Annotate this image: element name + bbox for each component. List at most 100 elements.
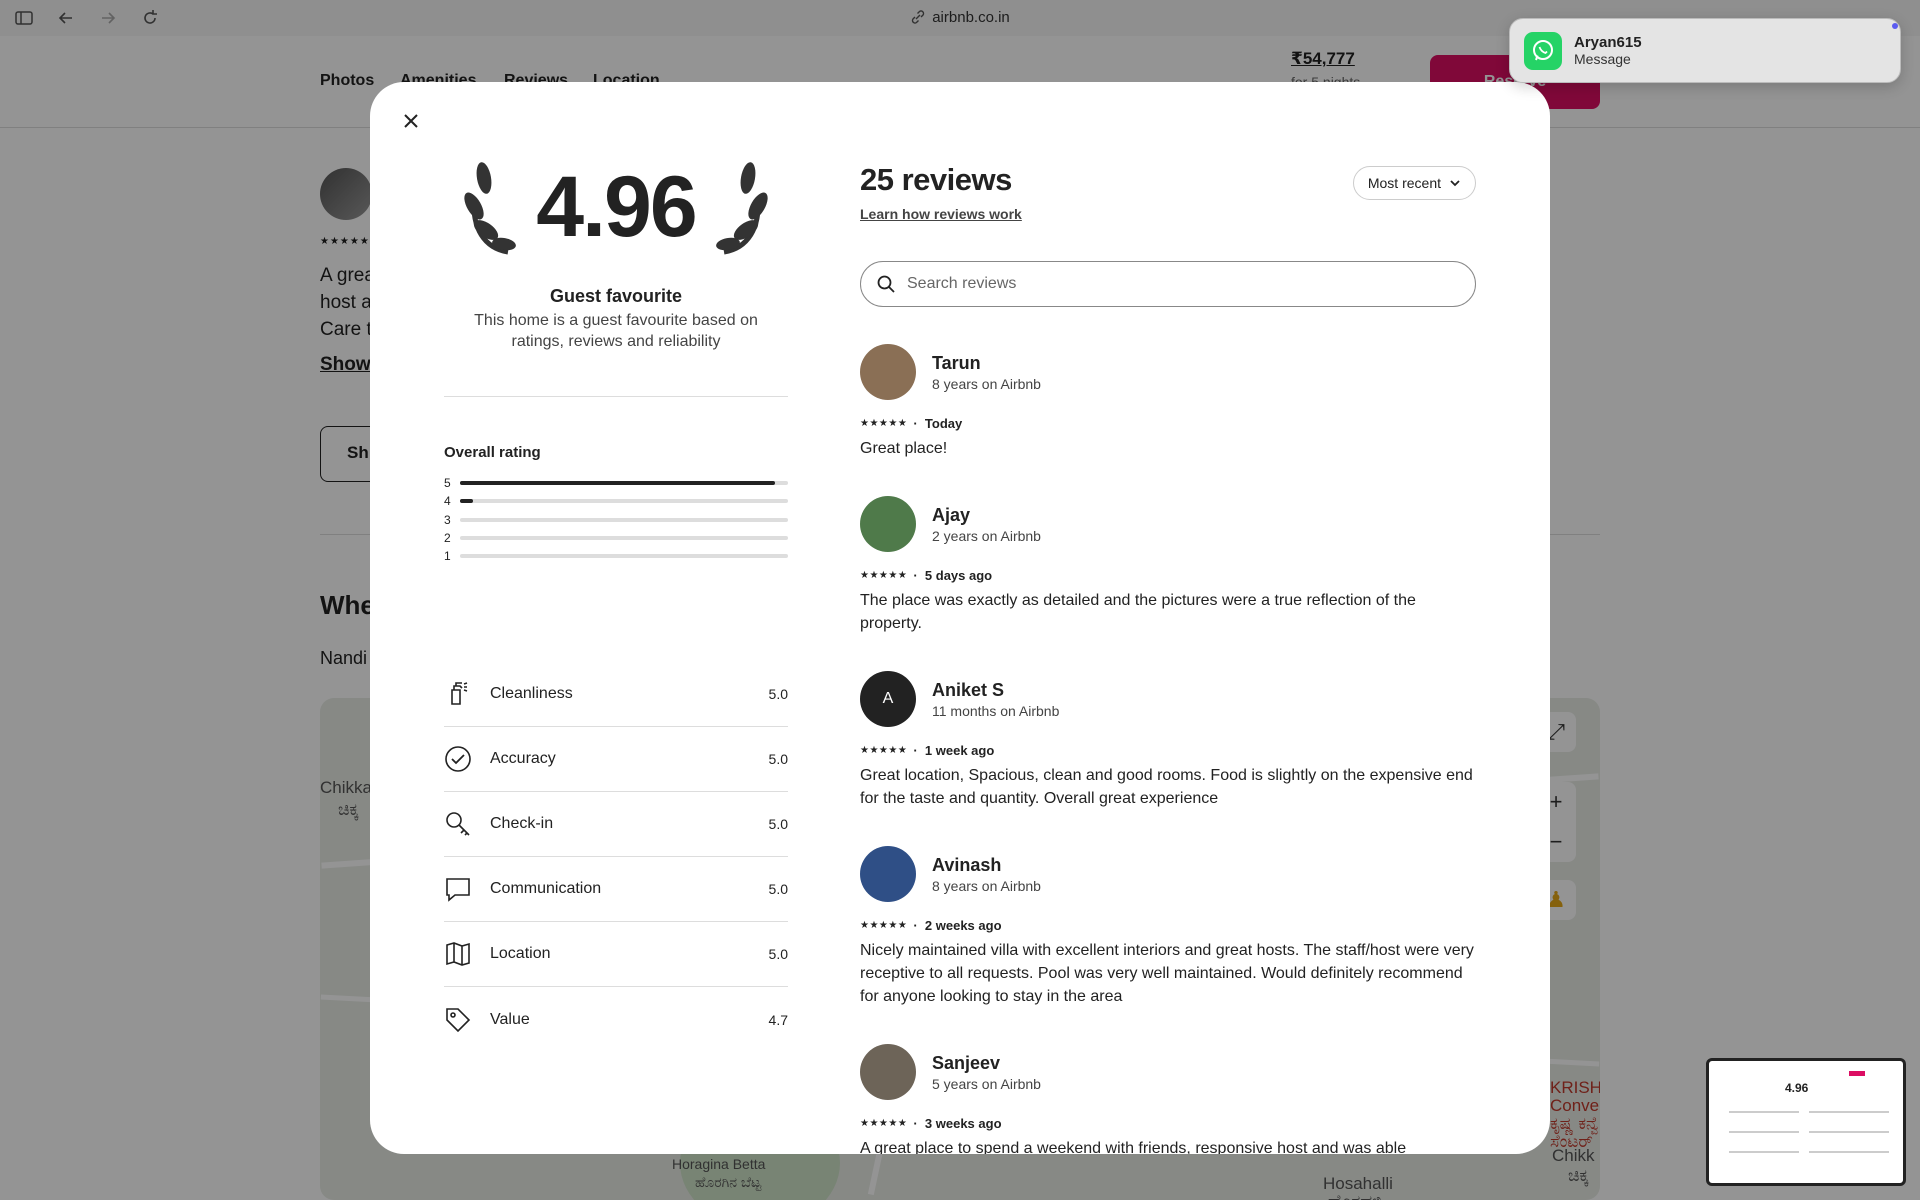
separator-dot: · — [913, 416, 918, 431]
rating-hero: 4.96 — [444, 152, 788, 262]
notification-body: Message — [1574, 51, 1631, 67]
review-date: Today — [924, 416, 963, 431]
rating-bar-label: 1 — [444, 549, 451, 564]
search-icon — [877, 275, 895, 293]
avatar[interactable] — [860, 1044, 916, 1100]
separator-dot: · — [913, 918, 918, 933]
map-icon — [446, 942, 470, 966]
star-rating: ★★★★★ — [860, 1118, 908, 1129]
review-text: Great place! — [860, 440, 948, 457]
whatsapp-notification[interactable]: Aryan615 Message — [1509, 18, 1901, 83]
reviewer-tenure: 8 years on Airbnb — [932, 375, 1041, 392]
category-check-in: Check-in 5.0 — [444, 792, 788, 857]
rating-bar-fill — [460, 481, 775, 486]
rating-bar-track — [460, 499, 788, 504]
rating-bar-track — [460, 554, 788, 559]
rating-bar-track — [460, 536, 788, 541]
chat-bubble-icon — [446, 878, 470, 902]
avatar[interactable] — [860, 496, 916, 552]
thumbnail-line — [1809, 1111, 1889, 1113]
sort-dropdown[interactable]: Most recent — [1352, 166, 1476, 200]
category-label: Cleanliness — [490, 685, 573, 702]
reviewer-name: Aniket S — [932, 679, 1005, 700]
category-value: 5.0 — [768, 816, 788, 832]
check-circle-icon — [445, 746, 471, 772]
avatar[interactable]: A — [860, 671, 916, 727]
star-rating: ★★★★★ — [860, 745, 908, 756]
guest-favourite-title: Guest favourite — [549, 286, 683, 306]
thumbnail-line — [1729, 1111, 1799, 1113]
learn-how-reviews-work-link[interactable]: Learn how reviews work — [860, 206, 1022, 222]
category-accuracy: Accuracy 5.0 — [444, 727, 788, 792]
thumbnail-line — [1729, 1131, 1799, 1133]
overall-rating-title: Overall rating — [444, 444, 541, 461]
category-label: Value — [490, 1010, 530, 1028]
spray-bottle-icon — [451, 682, 468, 705]
notification-title: Aryan615 — [1574, 34, 1642, 51]
thumbnail-reserve — [1849, 1071, 1865, 1076]
category-value: 4.7 — [768, 1011, 788, 1028]
search-reviews-box[interactable] — [860, 261, 1476, 307]
category-value: Value 4.7 — [444, 987, 788, 1052]
reviewer-tenure: 2 years on Airbnb — [932, 527, 1041, 544]
whatsapp-icon — [1524, 31, 1562, 70]
reviewer-name: Avinash — [932, 854, 1002, 875]
category-cleanliness: Cleanliness 5.0 — [444, 662, 788, 727]
rating-bar-row: 2 — [444, 529, 788, 547]
separator-dot: · — [913, 1116, 918, 1131]
reviewer-tenure: 11 months on Airbnb — [932, 702, 1060, 719]
category-label: Check-in — [490, 815, 554, 832]
category-value: 5.0 — [768, 946, 788, 962]
rating-bar-label: 4 — [444, 494, 451, 509]
review-date: 5 days ago — [924, 568, 993, 583]
category-label: Accuracy — [490, 750, 556, 767]
review-item: Tarun 8 years on Airbnb ★★★★★ · Today Grea… — [860, 344, 1476, 460]
notification-dot — [1892, 23, 1898, 29]
avatar[interactable] — [860, 846, 916, 902]
search-reviews-input[interactable] — [907, 275, 1447, 293]
review-text: A great place to spend a weekend with fr… — [860, 1140, 1407, 1154]
laurel-right-icon — [716, 162, 768, 255]
rating-bar-track — [460, 481, 788, 486]
reviewer-tenure: 8 years on Airbnb — [932, 877, 1041, 894]
key-icon — [446, 812, 470, 836]
review-item: Ajay 2 years on Airbnb ★★★★★ · 5 days ago … — [860, 496, 1476, 635]
reviewer-name: Ajay — [932, 504, 971, 525]
review-date: 3 weeks ago — [924, 1116, 1002, 1131]
divider — [444, 396, 788, 397]
rating-bar-row: 3 — [444, 511, 788, 529]
reviewer-name: Sanjeev — [932, 1052, 1001, 1073]
review-text: Nicely maintained villa with excellent i… — [860, 942, 1474, 1005]
rating-bar-row: 1 — [444, 547, 788, 565]
reviewer-tenure: 5 years on Airbnb — [932, 1075, 1041, 1092]
review-item: A Aniket S 11 months on Airbnb ★★★★★ · 1 w… — [860, 671, 1476, 810]
rating-bar-fill — [460, 499, 474, 504]
close-button[interactable] — [394, 104, 428, 138]
guest-favourite-description: This home is a guest favourite based on … — [474, 312, 758, 350]
thumbnail-line — [1729, 1151, 1799, 1153]
avatar-initial: A — [882, 690, 894, 707]
sort-label: Most recent — [1367, 175, 1441, 191]
avatar[interactable] — [860, 344, 916, 400]
category-value: 5.0 — [768, 686, 788, 702]
screenshot-thumbnail[interactable]: 4.96 — [1706, 1058, 1906, 1186]
reviewer-name: Tarun — [932, 352, 981, 373]
category-ratings: Cleanliness 5.0 Accuracy 5.0 Check-in 5.… — [444, 662, 788, 1052]
price-tag-icon — [446, 1007, 471, 1032]
reviews-count: 25 reviews — [860, 162, 1012, 197]
close-icon — [404, 114, 418, 128]
category-communication: Communication 5.0 — [444, 857, 788, 922]
rating-bar-label: 2 — [444, 531, 451, 546]
star-rating: ★★★★★ — [860, 570, 908, 581]
category-label: Communication — [490, 880, 602, 897]
review-date: 1 week ago — [924, 743, 995, 758]
review-item: Sanjeev 5 years on Airbnb ★★★★★ · 3 weeks … — [860, 1044, 1476, 1154]
thumbnail-score: 4.96 — [1785, 1081, 1809, 1095]
thumbnail-line — [1809, 1131, 1889, 1133]
star-rating: ★★★★★ — [860, 920, 908, 931]
category-location: Location 5.0 — [444, 922, 788, 987]
chevron-down-icon — [1450, 180, 1460, 187]
category-value: 5.0 — [768, 751, 788, 767]
rating-bar-label: 5 — [444, 476, 451, 491]
review-item: Avinash 8 years on Airbnb ★★★★★ · 2 weeks … — [860, 846, 1476, 1008]
